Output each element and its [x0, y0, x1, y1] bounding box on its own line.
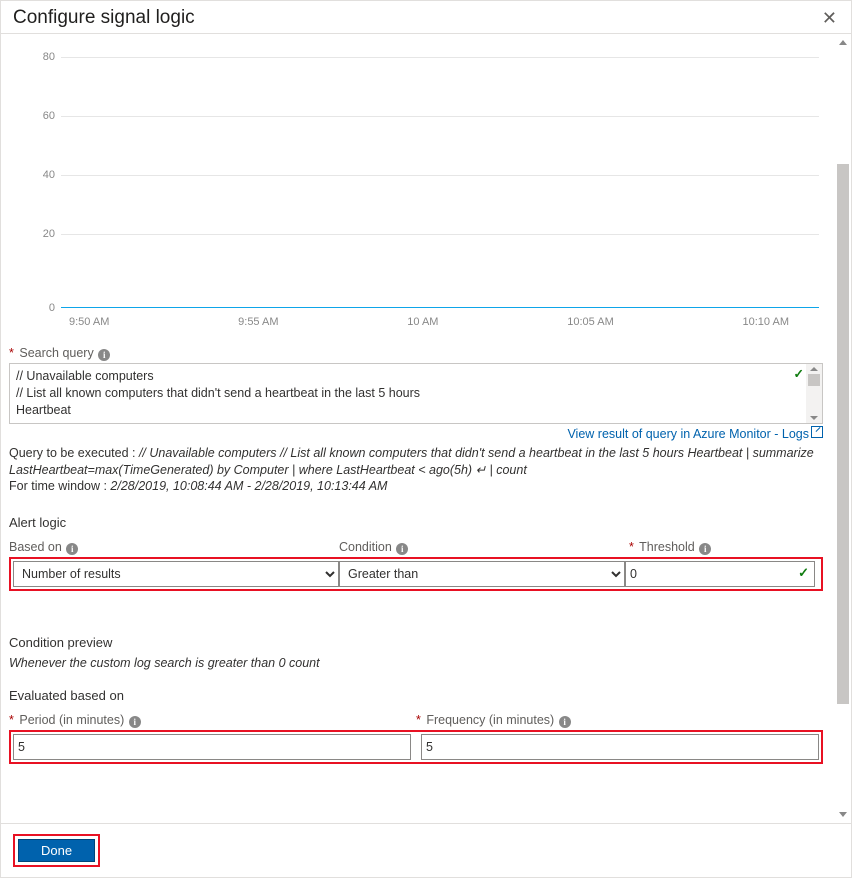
threshold-input[interactable] — [625, 561, 815, 587]
condition-preview-text: Whenever the custom log search is greate… — [9, 656, 823, 670]
panel-footer: Done — [1, 823, 851, 877]
query-line: // Unavailable computers — [16, 368, 804, 385]
panel-body: 80 60 40 20 0 9:50 AM 9:55 AM 10 AM 10:0… — [1, 34, 851, 823]
panel-scrollbar[interactable] — [835, 34, 851, 823]
x-tick-label: 9:50 AM — [69, 316, 109, 328]
valid-check-icon: ✓ — [794, 366, 804, 383]
chart-x-labels: 9:50 AM 9:55 AM 10 AM 10:05 AM 10:10 AM — [61, 316, 819, 328]
period-label: * Period (in minutes) i — [9, 713, 416, 728]
based-on-select[interactable]: Number of results — [13, 561, 339, 587]
info-icon[interactable]: i — [396, 543, 408, 555]
chart-gridline — [61, 116, 819, 117]
view-result-link-row: View result of query in Azure Monitor - … — [9, 426, 823, 441]
execution-description: Query to be executed : // Unavailable co… — [9, 445, 823, 496]
required-asterisk: * — [9, 713, 14, 727]
panel-title: Configure signal logic — [13, 7, 195, 29]
search-query-input[interactable]: // Unavailable computers // List all kno… — [9, 363, 823, 424]
configure-signal-logic-panel: Configure signal logic ✕ 80 60 40 20 0 9… — [0, 0, 852, 878]
based-on-label: Based on i — [9, 540, 339, 555]
info-icon[interactable]: i — [559, 716, 571, 728]
done-button[interactable]: Done — [18, 839, 95, 862]
x-tick-label: 9:55 AM — [238, 316, 278, 328]
evaluated-controls-row — [13, 734, 819, 760]
chart-gridline — [61, 57, 819, 58]
done-highlight: Done — [13, 834, 100, 867]
panel-header: Configure signal logic ✕ — [1, 1, 851, 34]
chart-gridline — [61, 175, 819, 176]
evaluated-highlight — [9, 730, 823, 764]
query-scrollbar[interactable] — [806, 364, 822, 423]
condition-select[interactable]: Greater than — [339, 561, 625, 587]
alert-logic-title: Alert logic — [9, 515, 823, 530]
x-tick-label: 10:05 AM — [567, 316, 613, 328]
evaluated-labels-row: * Period (in minutes) i * Frequency (in … — [9, 709, 823, 730]
required-asterisk: * — [9, 346, 14, 360]
query-line: Heartbeat — [16, 402, 804, 419]
y-tick-label: 80 — [29, 51, 55, 63]
info-icon[interactable]: i — [98, 349, 110, 361]
y-tick-label: 0 — [29, 302, 55, 314]
condition-label: Condition i — [339, 540, 629, 555]
query-result-chart: 80 60 40 20 0 9:50 AM 9:55 AM 10 AM 10:0… — [21, 46, 819, 326]
alert-logic-highlight: Number of results Greater than ✓ — [9, 557, 823, 591]
evaluated-title: Evaluated based on — [9, 688, 823, 703]
view-result-link[interactable]: View result of query in Azure Monitor - … — [567, 427, 823, 441]
threshold-label: * Threshold i — [629, 540, 819, 555]
search-query-label: * Search query i — [9, 346, 823, 361]
info-icon[interactable]: i — [129, 716, 141, 728]
content-area: 80 60 40 20 0 9:50 AM 9:55 AM 10 AM 10:0… — [9, 34, 843, 774]
condition-preview-title: Condition preview — [9, 635, 823, 650]
info-icon[interactable]: i — [66, 543, 78, 555]
threshold-wrapper: ✓ — [625, 561, 815, 587]
alert-logic-controls-row: Number of results Greater than ✓ — [13, 561, 819, 587]
chart-gridline — [61, 234, 819, 235]
query-line: // List all known computers that didn't … — [16, 385, 804, 402]
required-asterisk: * — [416, 713, 421, 727]
close-icon[interactable]: ✕ — [818, 7, 841, 29]
frequency-input[interactable] — [421, 734, 819, 760]
external-link-icon — [811, 426, 823, 438]
required-asterisk: * — [629, 540, 634, 554]
info-icon[interactable]: i — [699, 543, 711, 555]
alert-logic-labels-row: Based on i Condition i * Threshold i — [9, 536, 823, 557]
x-tick-label: 10:10 AM — [743, 316, 789, 328]
y-tick-label: 20 — [29, 228, 55, 240]
x-tick-label: 10 AM — [407, 316, 438, 328]
y-tick-label: 60 — [29, 110, 55, 122]
y-tick-label: 40 — [29, 169, 55, 181]
period-input[interactable] — [13, 734, 411, 760]
frequency-label: * Frequency (in minutes) i — [416, 713, 823, 728]
chart-series-line — [61, 307, 819, 308]
